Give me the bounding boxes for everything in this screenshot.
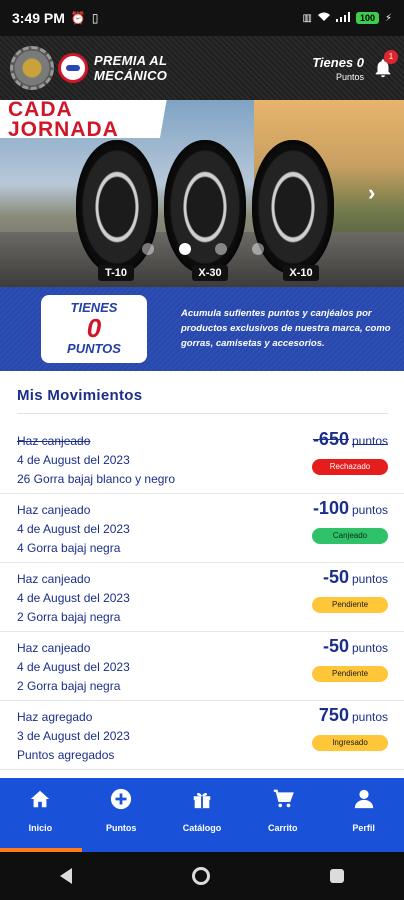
status-badge: Rechazado [312,459,388,475]
movement-date: 3 de August del 2023 [17,729,130,743]
carousel-dot[interactable] [252,243,264,255]
tire-label: X-10 [283,265,319,281]
movement-date: 4 de August del 2023 [17,522,130,536]
home-icon [31,790,50,808]
movement-action: Haz canjeado [17,434,91,448]
movement-action: Haz canjeado [17,641,91,655]
tire-image [252,140,334,274]
movement-action: Haz agregado [17,710,93,724]
alarm-icon: ⏰ [70,11,86,25]
movements-title: Mis Movimientos [17,387,143,404]
carousel-dot[interactable] [215,243,227,255]
promo-banner[interactable]: CADA JORNADA › [0,100,404,287]
status-time: 3:49 PM [12,10,65,26]
movement-amount: -50 puntos [322,567,388,587]
nav-item-inicio[interactable]: Inicio [0,778,81,852]
brand-badge-icon [58,53,88,83]
recent-apps-icon[interactable] [330,869,344,883]
plus-circle-icon [111,788,132,810]
app-header: PREMIA AL MECÁNICO Tienes 0 Puntos 1 [0,36,404,100]
points-summary: TIENES 0 PUNTOS Acumula sufientes puntos… [0,287,404,371]
brand-name: PREMIA AL MECÁNICO [94,53,168,83]
carousel-dot[interactable] [142,243,154,255]
header-points[interactable]: Tienes 0 Puntos [312,55,364,82]
vibrate-icon: ▥ [302,12,312,24]
nav-item-perfil[interactable]: Perfil [323,778,404,852]
sim-icon: ▯ [91,11,99,25]
system-navigation [0,852,404,900]
movement-detail: Puntos agregados [17,748,115,762]
nav-item-carrito[interactable]: Carrito [242,778,323,852]
nav-item-puntos[interactable]: Puntos [81,778,162,852]
points-card: TIENES 0 PUNTOS [41,295,147,363]
points-description: Acumula sufientes puntos y canjéalos por… [181,308,391,349]
nav-item-catalogo[interactable]: Catálogo [162,778,243,852]
cart-icon [273,789,294,808]
chevron-right-icon[interactable]: › [368,180,375,206]
movement-detail: 4 Gorra bajaj negra [17,541,121,555]
movement-date: 4 de August del 2023 [17,591,130,605]
movement-action: Haz canjeado [17,503,91,517]
list-item[interactable]: Haz canjeado 4 de August del 2023 4 Gorr… [0,494,404,563]
status-badge: Pendiente [312,666,388,682]
status-badge: Canjeado [312,528,388,544]
notifications-button[interactable]: 1 [372,50,398,79]
signal-icon [335,11,350,25]
movement-amount: -50 puntos [322,636,388,656]
movement-action: Haz canjeado [17,572,91,586]
carousel-dot[interactable] [179,243,191,255]
points-value: 0 [86,313,102,343]
movement-amount: -100 puntos [312,498,388,518]
divider [17,413,388,414]
movement-detail: 2 Gorra bajaj negra [17,610,121,624]
person-icon [354,789,373,809]
gift-icon [193,793,211,809]
battery-icon: 100 [355,12,379,24]
movement-amount: 750 puntos [318,705,388,725]
tire-label: T-10 [98,265,134,281]
home-circle-icon[interactable] [192,867,210,885]
status-badge: Pendiente [312,597,388,613]
banner-title: CADA JORNADA [8,100,119,141]
list-item[interactable]: Haz canjeado 4 de August del 2023 26 Gor… [0,425,404,494]
status-badge: Ingresado [312,735,388,751]
bottom-navigation: Inicio Puntos Catálogo Carrito Perfil [0,778,404,852]
tire-image [164,140,246,274]
status-bar: 3:49 PM ⏰ ▯ ▥ 100 ⚡ [0,0,404,36]
wifi-icon [317,12,330,25]
notification-badge: 1 [384,50,398,64]
tire-label: X-30 [192,265,228,281]
list-item[interactable]: Haz agregado 3 de August del 2023 Puntos… [0,701,404,770]
list-item[interactable]: Haz canjeado 4 de August del 2023 2 Gorr… [0,632,404,701]
movement-detail: 2 Gorra bajaj negra [17,679,121,693]
movement-detail: 26 Gorra bajaj blanco y negro [17,472,176,486]
movement-date: 4 de August del 2023 [17,453,130,467]
mechanic-logo-icon [10,46,54,90]
charging-icon: ⚡ [384,12,392,24]
list-item[interactable]: Haz canjeado 4 de August del 2023 2 Gorr… [0,563,404,632]
back-icon[interactable] [60,868,72,884]
movement-date: 4 de August del 2023 [17,660,130,674]
movement-amount: -650 puntos [312,429,388,449]
